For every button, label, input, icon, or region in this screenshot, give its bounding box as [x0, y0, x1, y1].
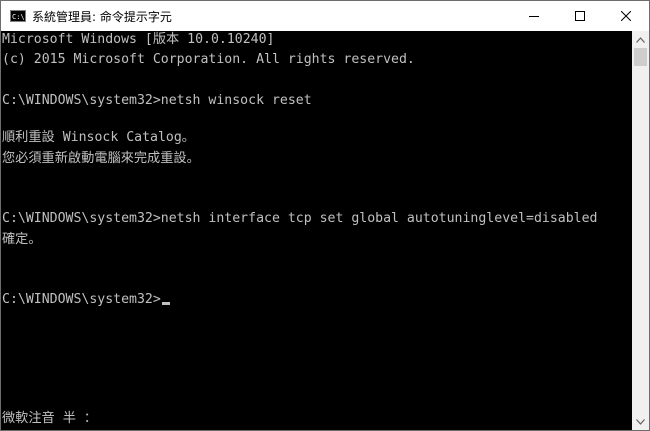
minimize-button[interactable]: [511, 1, 557, 31]
scroll-down-button[interactable]: [632, 413, 649, 430]
console-line: 確定。: [2, 232, 42, 247]
console-line: C:\WINDOWS\system32>netsh winsock reset: [2, 93, 312, 108]
window-title: 系統管理員: 命令提示字元: [32, 9, 172, 24]
minimize-icon: [529, 16, 539, 17]
maximize-icon: [575, 11, 585, 21]
console-line: (c) 2015 Microsoft Corporation. All righ…: [2, 52, 415, 67]
console-line: 順利重設 Winsock Catalog。: [2, 130, 195, 145]
maximize-button[interactable]: [557, 1, 603, 31]
command-prompt-window: C:\ 系統管理員: 命令提示字元 Microsoft Windows [版本 …: [0, 0, 650, 431]
console-line: 您必須重新啟動電腦來完成重設。: [2, 151, 200, 166]
ime-status: 微軟注音 半 ：: [2, 411, 98, 426]
scroll-up-button[interactable]: [632, 31, 649, 48]
cmd-app-icon[interactable]: C:\: [10, 10, 26, 22]
arrow-up-icon: [636, 36, 645, 43]
close-icon: [621, 11, 631, 21]
console-line: C:\WINDOWS\system32>netsh interface tcp …: [2, 211, 598, 226]
vertical-scrollbar[interactable]: [632, 31, 649, 430]
text-cursor: [161, 302, 170, 305]
arrow-down-icon: [636, 418, 645, 425]
console-line: Microsoft Windows [版本 10.0.10240]: [2, 32, 275, 47]
prompt-text: C:\WINDOWS\system32>: [2, 292, 161, 307]
prompt-line: C:\WINDOWS\system32>: [2, 291, 170, 309]
title-bar[interactable]: C:\ 系統管理員: 命令提示字元: [1, 1, 649, 31]
console-output[interactable]: Microsoft Windows [版本 10.0.10240] (c) 20…: [1, 31, 632, 430]
close-button[interactable]: [603, 1, 649, 31]
scrollbar-thumb[interactable]: [634, 48, 647, 66]
